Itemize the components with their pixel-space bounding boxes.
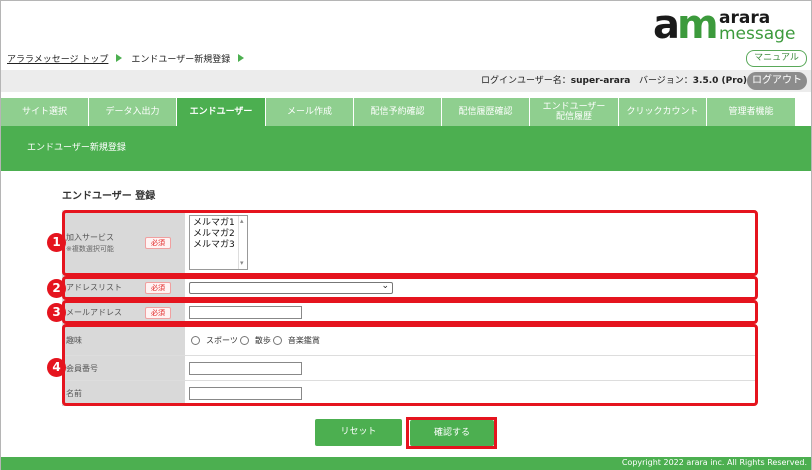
annotation-badge-4: 4: [47, 358, 66, 377]
annotation-box-3: [62, 300, 758, 324]
version-value: 3.5.0 (Pro): [692, 76, 747, 86]
annotation-box-4: [62, 324, 758, 406]
user-label: ログインユーザー名：: [480, 76, 571, 86]
sub-header-title: エンドユーザー新規登録: [27, 143, 126, 153]
version-label: バージョン：: [638, 76, 693, 86]
tab-site-select[interactable]: サイト選択: [1, 98, 89, 126]
breadcrumb: アララメッセージ トップ エンドユーザー新規登録: [7, 51, 253, 65]
annotation-box-2: [62, 276, 758, 300]
breadcrumb-arrow-icon: [116, 54, 123, 62]
sub-header-bar: エンドユーザー新規登録: [1, 126, 811, 171]
logo-line2: message: [719, 24, 796, 44]
section-title: エンドユーザー 登録: [62, 191, 156, 202]
tab-delivery-reservation[interactable]: 配信予約確認: [354, 98, 442, 126]
confirm-button[interactable]: 確認する: [410, 420, 494, 446]
annotation-box-1: [62, 210, 758, 276]
footer: Copyright 2022 arara inc. All Rights Res…: [1, 457, 811, 470]
breadcrumb-current: エンドユーザー新規登録: [131, 54, 231, 65]
tab-end-user-delivery-history[interactable]: エンドユーザー 配信履歴: [530, 98, 619, 126]
annotation-badge-1: 1: [47, 233, 66, 252]
user-info: ログインユーザー名：super-arara バージョン：3.5.0 (Pro): [481, 70, 747, 92]
annotation-badge-3: 3: [47, 303, 66, 322]
tab-delivery-history[interactable]: 配信履歴確認: [442, 98, 530, 126]
logo-mark: am: [653, 2, 719, 48]
breadcrumb-arrow-icon: [238, 54, 245, 62]
annotation-badge-2: 2: [47, 279, 66, 298]
logout-button[interactable]: ログアウト: [747, 72, 807, 90]
main-nav-tabs: サイト選択 データ入出力 エンドユーザー メール作成 配信予約確認 配信履歴確認…: [1, 98, 811, 126]
copyright-text: Copyright 2022 arara inc. All Rights Res…: [621, 458, 807, 467]
reset-button[interactable]: リセット: [315, 419, 402, 446]
tab-click-count[interactable]: クリックカウント: [619, 98, 707, 126]
manual-button[interactable]: マニュアル: [746, 50, 807, 67]
breadcrumb-home-link[interactable]: アララメッセージ トップ: [7, 52, 108, 65]
tab-data-io[interactable]: データ入出力: [89, 98, 177, 126]
user-info-bar: ログインユーザー名：super-arara バージョン：3.5.0 (Pro) …: [1, 70, 811, 92]
tab-end-user[interactable]: エンドユーザー: [177, 98, 266, 126]
tab-mail-create[interactable]: メール作成: [266, 98, 354, 126]
arara-logo: am arara message: [653, 2, 803, 48]
tab-admin[interactable]: 管理者機能: [707, 98, 795, 126]
user-name: super-arara: [570, 76, 631, 86]
